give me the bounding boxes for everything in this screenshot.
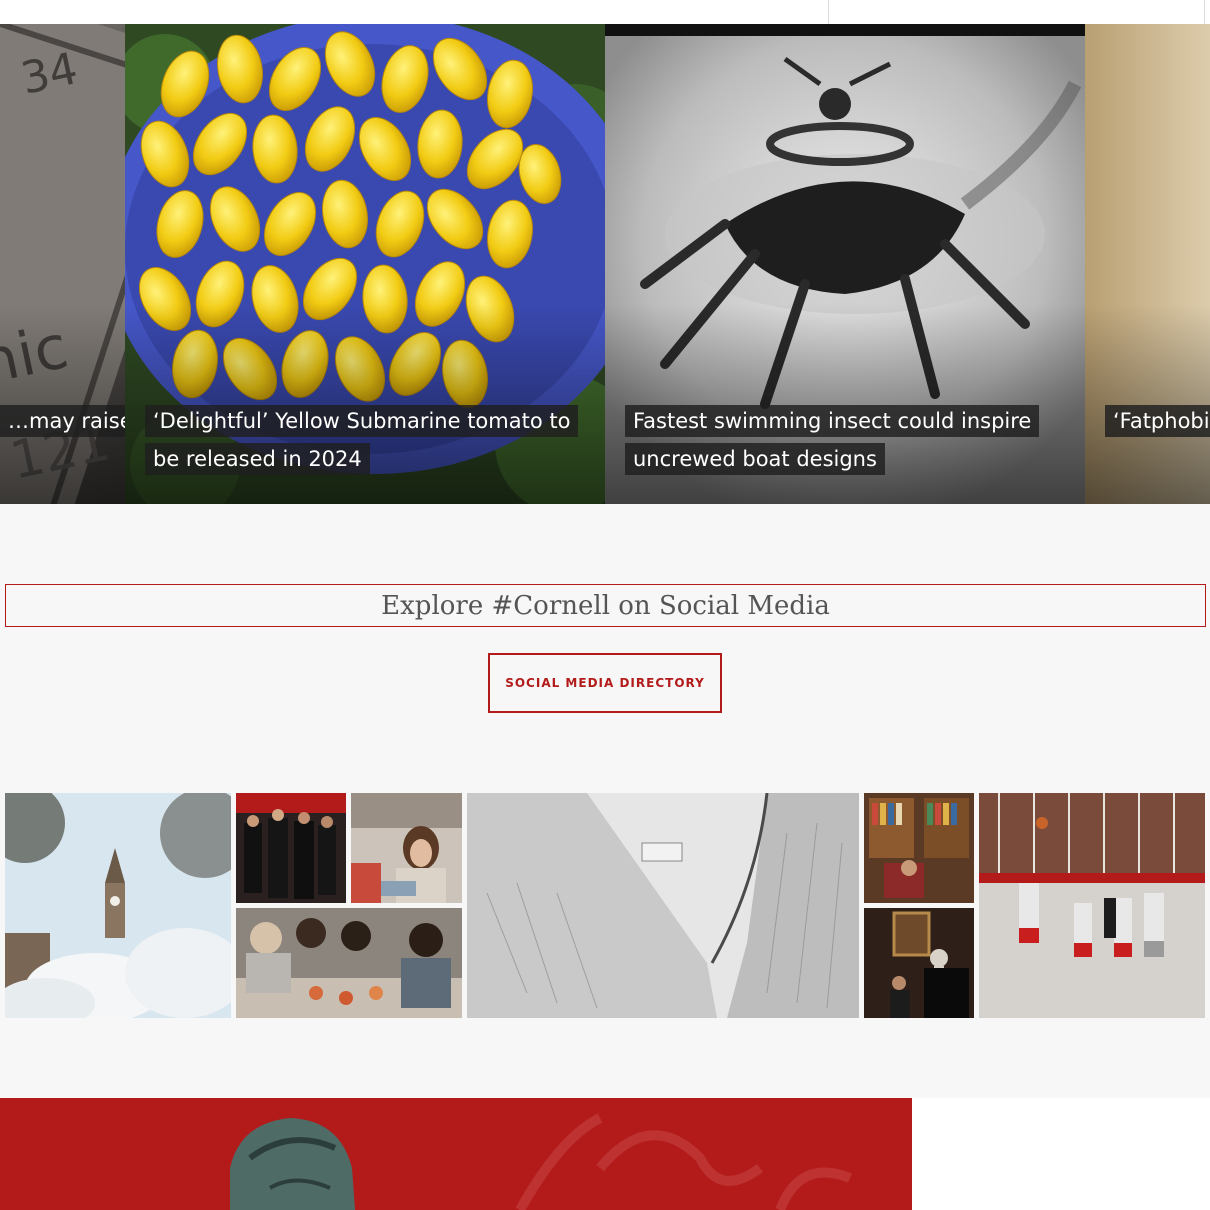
- social-media-directory-button[interactable]: SOCIAL MEDIA DIRECTORY: [488, 653, 722, 713]
- basketball-practice-photo[interactable]: [979, 793, 1205, 1018]
- slide-caption[interactable]: ‘Delightful’ Yellow Submarine tomato to …: [145, 402, 585, 478]
- piano-room-photo[interactable]: [864, 908, 974, 1018]
- social-section-title: Explore #Cornell on Social Media: [5, 584, 1206, 627]
- student-studying-photo[interactable]: [351, 793, 462, 903]
- news-carousel: 34 nic 121 …may raise: [0, 24, 1210, 504]
- snowy-aerial-campus-photo[interactable]: [467, 793, 859, 1018]
- banner-side-panel: [912, 1098, 1210, 1210]
- slide-caption[interactable]: …may raise: [0, 402, 125, 440]
- clock-tower-snow-photo[interactable]: [5, 793, 231, 1018]
- graduation-ceremony-photo[interactable]: [236, 793, 346, 903]
- news-slide[interactable]: ‘Fatphobia… philosoph…: [1085, 24, 1210, 504]
- students-workshop-photo[interactable]: [236, 908, 462, 1018]
- top-nav-bar: [0, 0, 1210, 24]
- news-slide[interactable]: ‘Delightful’ Yellow Submarine tomato to …: [125, 24, 605, 504]
- slide-caption[interactable]: Fastest swimming insect could inspire un…: [625, 402, 1065, 478]
- red-feature-banner: [0, 1098, 912, 1210]
- library-reading-room-photo[interactable]: [864, 793, 974, 903]
- slide-caption[interactable]: ‘Fatphobia… philosoph…: [1105, 402, 1210, 440]
- nav-divider: [1204, 0, 1205, 24]
- nav-divider: [828, 0, 829, 24]
- statue-bust-image: [230, 1113, 852, 1210]
- news-slide[interactable]: 34 nic 121 …may raise: [0, 24, 125, 504]
- news-slide[interactable]: Fastest swimming insect could inspire un…: [605, 24, 1085, 504]
